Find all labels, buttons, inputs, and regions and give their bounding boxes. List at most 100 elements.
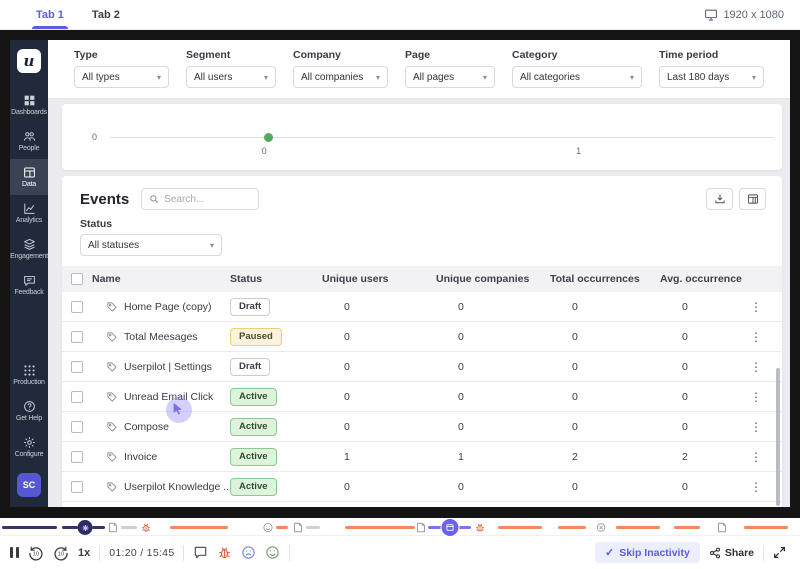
timeline-segment[interactable] <box>92 526 105 529</box>
slider-handle[interactable] <box>264 133 273 142</box>
sidebar-item-data[interactable]: Data <box>10 159 48 195</box>
error-marker-icon[interactable] <box>217 545 232 560</box>
columns-button[interactable] <box>739 188 766 210</box>
timeline-segment[interactable] <box>121 526 137 529</box>
filter-dropdown[interactable]: All types▾ <box>74 66 169 88</box>
frustration-marker-icon[interactable] <box>241 545 256 560</box>
timeline-segment[interactable] <box>276 526 288 529</box>
sidebar-item-dashboards[interactable]: Dashboards <box>10 87 48 123</box>
filter-dropdown[interactable]: All categories▾ <box>512 66 642 88</box>
event-name: Home Page (copy) <box>124 301 212 313</box>
status-badge: Active <box>230 448 277 466</box>
row-menu-button[interactable]: ⋮ <box>744 450 768 464</box>
fullscreen-button[interactable] <box>773 546 786 559</box>
timeline-segment[interactable] <box>2 526 57 529</box>
timeline-page-marker[interactable] <box>416 522 427 533</box>
forward-10-button[interactable]: 10 <box>53 545 69 561</box>
row-menu-button[interactable]: ⋮ <box>744 330 768 344</box>
share-button[interactable]: Share <box>709 547 754 559</box>
feedback-icon <box>23 274 36 287</box>
row-checkbox[interactable] <box>71 451 83 463</box>
timeline-segment[interactable] <box>345 526 415 529</box>
table-scrollbar[interactable] <box>776 368 780 506</box>
sidebar-item-configure[interactable]: Configure <box>10 429 48 465</box>
row-menu-button[interactable]: ⋮ <box>744 360 768 374</box>
timeline-smiley-marker[interactable] <box>263 522 274 533</box>
timeline-segment[interactable] <box>558 526 586 529</box>
timeline-scrubber[interactable] <box>0 518 800 536</box>
comment-marker-icon[interactable] <box>193 545 208 560</box>
playback-speed-button[interactable]: 1x <box>78 547 90 559</box>
sidebar-item-people[interactable]: People <box>10 123 48 159</box>
sidebar-item-analytics[interactable]: Analytics <box>10 195 48 231</box>
filter-dropdown[interactable]: All users▾ <box>186 66 276 88</box>
table-row[interactable]: Home Page (copy)Draft0000⋮ <box>62 292 782 322</box>
table-row[interactable]: InvoiceActive1122⋮ <box>62 442 782 472</box>
select-all-checkbox[interactable] <box>71 273 83 285</box>
userpilot-logo[interactable]: u <box>17 49 41 73</box>
filter-type: TypeAll types▾ <box>74 49 169 88</box>
timeline-segment[interactable] <box>616 526 660 529</box>
svg-text:10: 10 <box>33 551 39 557</box>
row-checkbox[interactable] <box>71 391 83 403</box>
event-name-cell[interactable]: Compose <box>92 421 230 433</box>
row-menu-button[interactable]: ⋮ <box>744 480 768 494</box>
event-name-cell[interactable]: Total Meesages <box>92 331 230 343</box>
status-dropdown[interactable]: All statuses ▾ <box>80 234 222 256</box>
timeline-bug-marker[interactable] <box>475 522 486 533</box>
happy-marker-icon[interactable] <box>265 545 280 560</box>
row-menu-button[interactable]: ⋮ <box>744 300 768 314</box>
row-checkbox[interactable] <box>71 331 83 343</box>
sidebar-item-engagement[interactable]: Engagement <box>10 231 48 267</box>
status-badge: Active <box>230 388 277 406</box>
timeline-playhead[interactable] <box>442 519 459 536</box>
table-row[interactable]: Userpilot | SettingsDraft0000⋮ <box>62 352 782 382</box>
rewind-10-button[interactable]: 10 <box>28 545 44 561</box>
avatar[interactable]: SC <box>17 473 41 497</box>
filter-dropdown[interactable]: All pages▾ <box>405 66 495 88</box>
row-checkbox[interactable] <box>71 361 83 373</box>
row-checkbox[interactable] <box>71 421 83 433</box>
table-row[interactable]: Total MeesagesPaused0000⋮ <box>62 322 782 352</box>
event-name-cell[interactable]: Unread Email Click <box>92 391 230 403</box>
filter-dropdown[interactable]: All companies▾ <box>293 66 388 88</box>
event-name-cell[interactable]: Home Page (copy) <box>92 301 230 313</box>
table-row[interactable]: Userpilot Knowledge ...Active0000⋮ <box>62 472 782 502</box>
timeline-page-marker[interactable] <box>108 522 119 533</box>
filter-dropdown[interactable]: Last 180 days▾ <box>659 66 764 88</box>
event-name-cell[interactable]: Userpilot | Settings <box>92 361 230 373</box>
timeline-segment[interactable] <box>170 526 228 529</box>
row-menu-button[interactable]: ⋮ <box>744 420 768 434</box>
timeline-segment[interactable] <box>306 526 320 529</box>
player-tabs: Tab 1Tab 2 <box>22 0 134 29</box>
filter-label: Time period <box>659 49 764 61</box>
event-name-cell[interactable]: Userpilot Knowledge ... <box>92 481 230 493</box>
player-tab[interactable]: Tab 1 <box>22 0 78 29</box>
timeline-page-marker[interactable] <box>293 522 304 533</box>
timeline-bug-marker[interactable] <box>141 522 152 533</box>
timeline-segment[interactable] <box>498 526 542 529</box>
timeline-event-marker[interactable] <box>78 520 93 535</box>
pause-button[interactable] <box>10 547 19 558</box>
timeline-error-marker[interactable] <box>596 522 607 533</box>
share-icon <box>709 547 721 559</box>
chevron-down-icon: ▾ <box>752 73 756 82</box>
sidebar-item-feedback[interactable]: Feedback <box>10 267 48 303</box>
skip-inactivity-toggle[interactable]: ✓ Skip Inactivity <box>595 542 700 563</box>
row-menu-button[interactable]: ⋮ <box>744 390 768 404</box>
timeline-segment[interactable] <box>457 526 471 529</box>
row-checkbox[interactable] <box>71 481 83 493</box>
search-input[interactable] <box>164 194 251 205</box>
sidebar-item-get-help[interactable]: Get Help <box>10 393 48 429</box>
player-tab[interactable]: Tab 2 <box>78 0 134 29</box>
events-search[interactable] <box>141 188 259 210</box>
timeline-segment[interactable] <box>62 526 78 529</box>
row-checkbox[interactable] <box>71 301 83 313</box>
event-name-cell[interactable]: Invoice <box>92 451 230 463</box>
sidebar-item-production[interactable]: Production <box>10 357 48 393</box>
export-button[interactable] <box>706 188 733 210</box>
timeline-page-marker[interactable] <box>717 522 728 533</box>
timeline-segment[interactable] <box>674 526 700 529</box>
slider-track[interactable] <box>110 137 774 138</box>
timeline-segment[interactable] <box>744 526 788 529</box>
